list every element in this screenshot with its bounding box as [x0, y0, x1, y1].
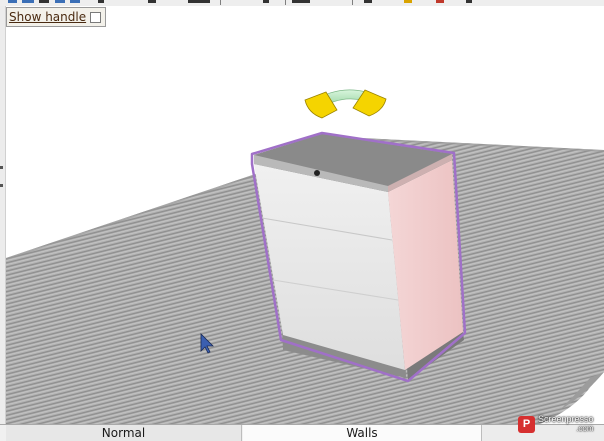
screenpresso-logo-icon: P — [518, 415, 535, 433]
show-handle-label[interactable]: Show handle — [9, 10, 86, 24]
watermark-brand-name: Screenpresso — [538, 414, 594, 424]
screenpresso-watermark: P Screenpresso .com — [518, 415, 594, 433]
watermark-brand-domain: .com — [576, 424, 594, 433]
toolbar-separator — [352, 0, 353, 5]
show-handle-checkbox[interactable] — [90, 11, 102, 23]
view-tabs: Normal Walls — [0, 424, 604, 441]
toolbar-icon-ruler[interactable] — [188, 0, 210, 3]
toolbar-icon-undo[interactable] — [55, 0, 65, 3]
show-handle-control[interactable]: Show handle — [6, 7, 107, 27]
toolbar-icon-open[interactable] — [22, 0, 34, 3]
ruler-tick — [0, 184, 3, 187]
toolbar-icon-cut[interactable] — [98, 0, 104, 3]
toolbar-icon-redo[interactable] — [70, 0, 80, 3]
toolbar-separator — [285, 0, 286, 5]
3d-viewport[interactable] — [6, 6, 604, 424]
toolbar-icon-view[interactable] — [292, 0, 310, 3]
toolbar-icon-delete[interactable] — [436, 0, 444, 3]
3d-scene[interactable] — [6, 6, 604, 424]
tab-walls[interactable]: Walls — [243, 425, 481, 441]
ruler-tick — [0, 166, 3, 169]
tab-normal[interactable]: Normal — [6, 425, 242, 441]
toolbar-icon-zoom[interactable] — [364, 0, 372, 3]
rotate-handle[interactable] — [304, 89, 387, 119]
toolbar-icon-copy[interactable] — [148, 0, 156, 3]
toolbar-icon-light[interactable] — [404, 0, 412, 3]
cabinet-handle-dot[interactable] — [314, 170, 320, 176]
toolbar-icon-save[interactable] — [39, 0, 49, 3]
toolbar-icon-dropdown[interactable] — [263, 0, 269, 3]
watermark-brand: Screenpresso .com — [538, 414, 594, 434]
toolbar-separator — [220, 0, 221, 5]
toolbar-icon-help[interactable] — [466, 0, 472, 3]
toolbar-icon-new[interactable] — [8, 0, 17, 3]
